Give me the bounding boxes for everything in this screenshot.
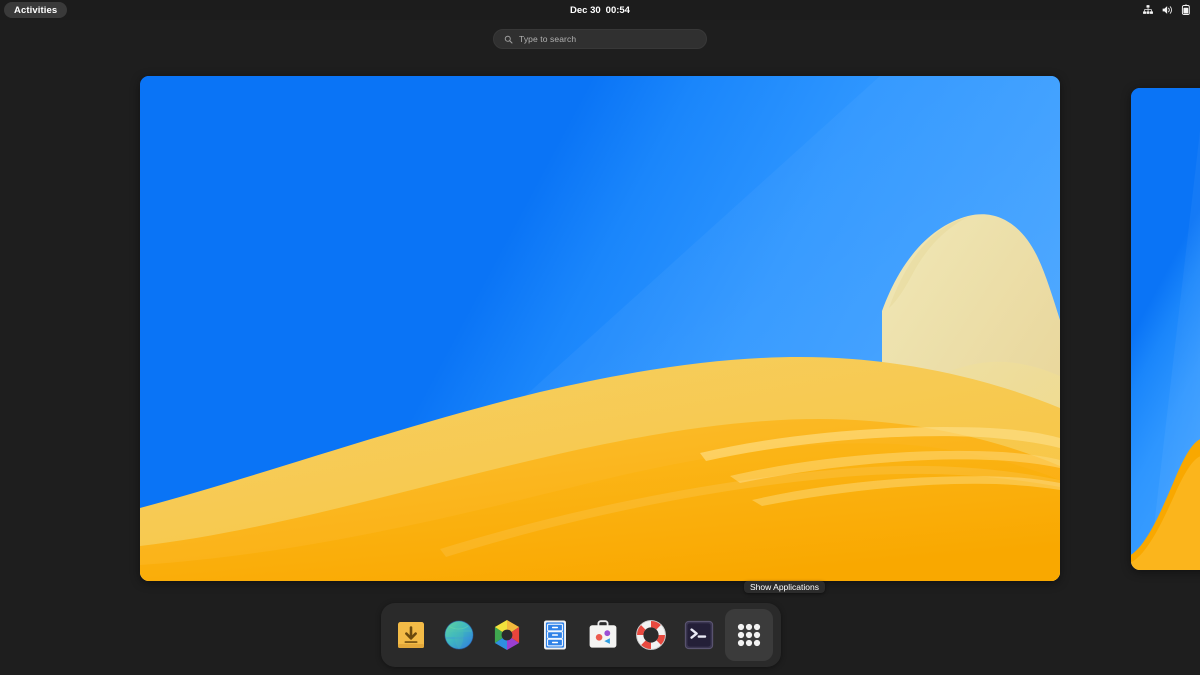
network-wired-icon — [1143, 5, 1153, 14]
activities-label: Activities — [14, 4, 58, 16]
dune-wallpaper-2 — [1131, 88, 1200, 570]
clock-button[interactable]: Dec 30 00:54 — [562, 0, 638, 20]
activities-button[interactable]: Activities — [4, 2, 68, 18]
search-input-placeholder: Type to search — [519, 34, 577, 44]
workspace-preview-1[interactable] — [140, 76, 1060, 581]
clock-time: 00:54 — [605, 4, 630, 16]
dock-item-terminal[interactable] — [677, 609, 721, 661]
globe-icon — [444, 620, 474, 650]
wallpaper-dunes-2 — [1131, 131, 1200, 570]
dock-item-help[interactable] — [629, 609, 673, 661]
dock-item-downloads[interactable] — [389, 609, 433, 661]
dock-item-web[interactable] — [437, 609, 481, 661]
briefcase-icon — [589, 620, 617, 648]
clock-date: Dec 30 — [570, 4, 601, 16]
grid-dots-icon — [737, 623, 761, 647]
search-icon — [504, 35, 513, 44]
dash — [381, 603, 781, 667]
dock-item-show-applications[interactable] — [725, 609, 773, 661]
workspace-preview-2[interactable] — [1131, 88, 1200, 570]
download-box-icon — [398, 622, 424, 648]
search-entry[interactable]: Type to search — [493, 29, 707, 49]
hexagon-aperture-icon — [494, 620, 520, 650]
lifering-icon — [636, 620, 666, 650]
dock-item-software[interactable] — [581, 609, 625, 661]
dock-item-photos[interactable] — [485, 609, 529, 661]
dock-item-files[interactable] — [533, 609, 577, 661]
file-cabinet-icon — [544, 620, 566, 650]
dune-wallpaper — [140, 76, 1060, 581]
wallpaper-dunes — [140, 76, 1060, 581]
status-menu-button[interactable] — [1138, 0, 1196, 20]
workspace-thumbnails-area — [0, 0, 1200, 675]
tooltip-label: Show Applications — [750, 582, 819, 592]
gnome-shell-overview: Activities Dec 30 00:54 Type to search S… — [0, 0, 1200, 675]
battery-icon — [1181, 4, 1190, 15]
terminal-icon — [684, 620, 714, 650]
show-applications-tooltip: Show Applications — [744, 581, 825, 593]
top-bar: Activities Dec 30 00:54 — [0, 0, 1200, 20]
volume-icon — [1162, 6, 1172, 14]
